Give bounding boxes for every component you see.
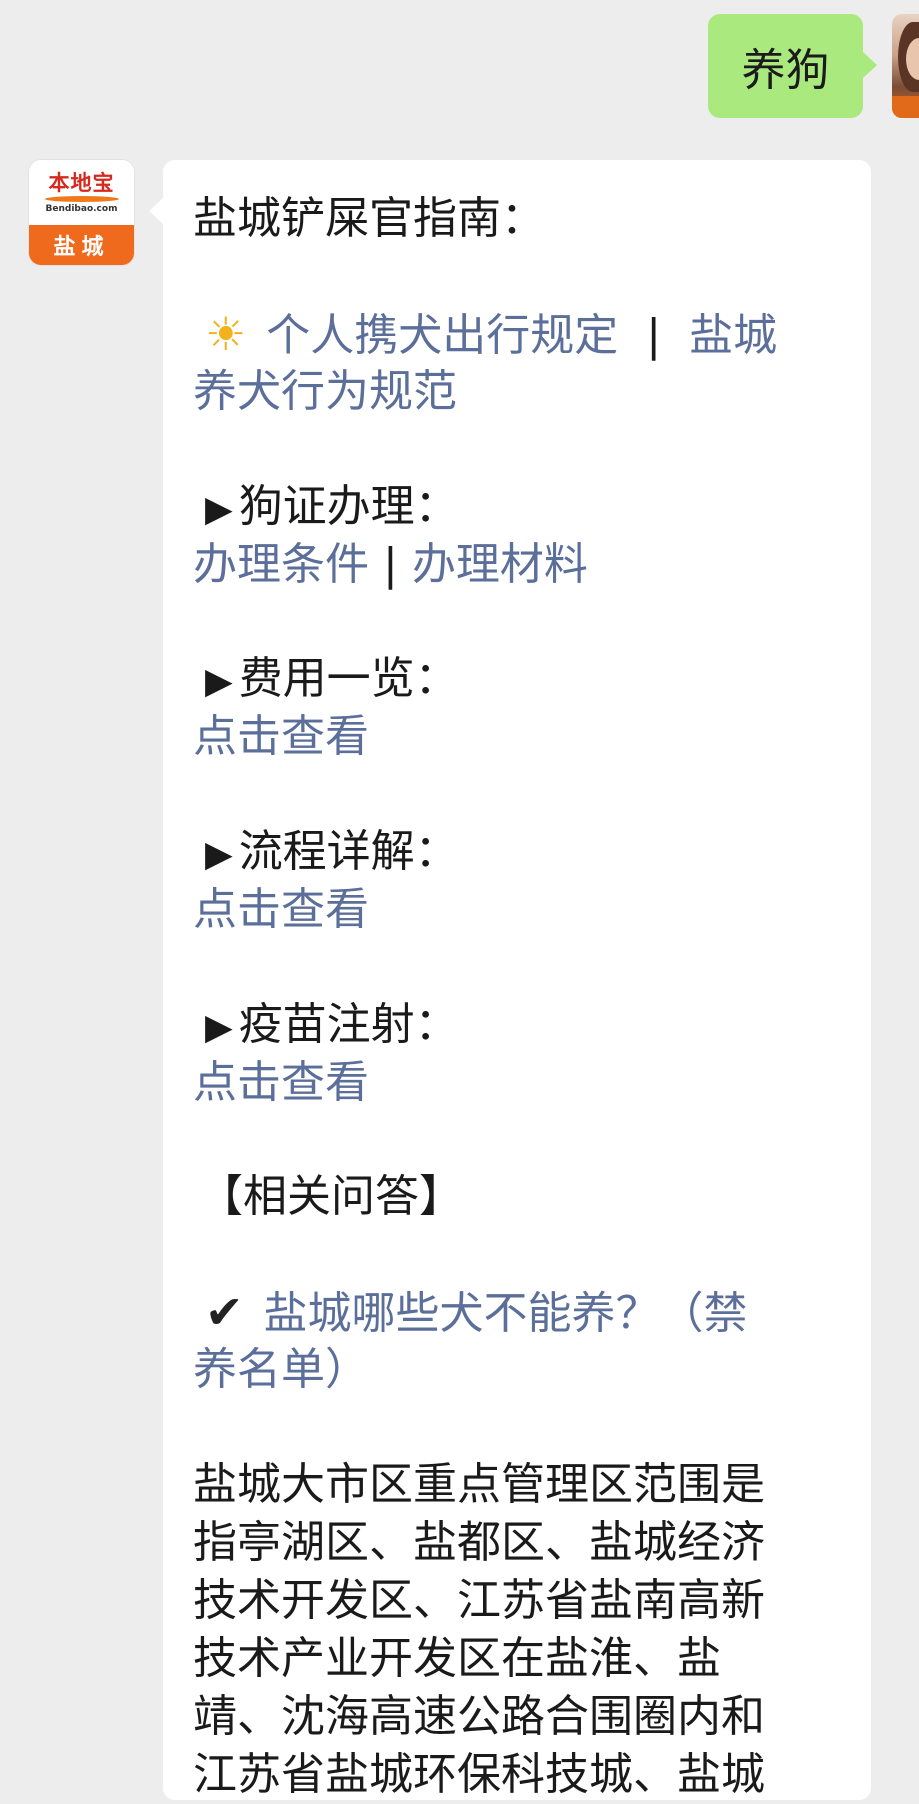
body-text-line: 盐城大市区重点管理区范围是 [193,1459,765,1510]
dog-behavior-link-part2[interactable]: 养犬行为规范 [193,363,457,421]
outgoing-message-text: 养狗 [741,45,830,96]
license-conditions-link[interactable]: 办理条件 [193,539,369,590]
carry-dog-rules-link[interactable]: 个人携犬出行规定 [266,310,618,361]
link-separator: | [646,310,662,361]
fees-view-link[interactable]: 点击查看 [193,708,369,766]
dog-behavior-link-part1[interactable]: 盐城 [689,310,777,361]
play-triangle-icon: ▶ [205,489,233,530]
body-text-line: 江苏省盐城环保科技城、盐城 [193,1749,765,1800]
fees-heading: 费用一览： [238,653,459,704]
banned-dogs-link-part1[interactable]: 盐城哪些犬不能养？（禁 [264,1288,748,1339]
user-avatar[interactable] [892,14,919,118]
body-text-line: 靖、沈海高速公路合围圈内和 [193,1691,765,1742]
logo-swoosh [44,196,119,202]
license-heading-line: ▶ 狗证办理： [193,478,459,539]
license-heading: 狗证办理： [238,481,459,532]
bot-avatar[interactable]: 本地宝 Bendibao.com 盐城 [29,160,134,265]
bot-logo-city: 盐城 [29,225,134,265]
checkmark-icon: ✔ [205,1285,244,1339]
vaccine-view-link[interactable]: 点击查看 [193,1054,369,1112]
banned-dogs-link-part2[interactable]: 养名单） [193,1341,369,1399]
rules-line: ☀ 个人携犬出行规定 | 盐城 [193,305,777,365]
body-text-line: 指亭湖区、盐都区、盐城经济 [193,1517,765,1568]
license-materials-link[interactable]: 办理材料 [412,539,588,590]
link-separator: | [383,539,398,590]
bot-logo-url: Bendibao.com [45,204,118,214]
qa-heading: 【相关问答】 [199,1171,463,1222]
message-title: 盐城铲屎官指南： [193,193,545,244]
outgoing-message-bubble[interactable]: 养狗 [708,14,877,118]
fees-heading-line: ▶ 费用一览： [193,650,459,711]
vaccine-heading: 疫苗注射： [238,999,459,1050]
bot-logo-text: 本地宝 [48,171,115,195]
process-heading: 流程详解： [238,826,459,877]
license-links-line: 办理条件 | 办理材料 [193,536,588,594]
play-triangle-icon: ▶ [205,1007,233,1048]
play-triangle-icon: ▶ [205,661,233,702]
vaccine-heading-line: ▶ 疫苗注射： [193,996,459,1057]
process-heading-line: ▶ 流程详解： [193,823,459,884]
sun-icon: ☀ [205,307,247,361]
incoming-message-bubble: 盐城铲屎官指南： ☀ 个人携犬出行规定 | 盐城 养犬行为规范 ▶ 狗证办理： 办理条件… [149,160,871,1800]
qa-link-line: ✔ 盐城哪些犬不能养？（禁 [193,1283,748,1343]
process-view-link[interactable]: 点击查看 [193,881,369,939]
body-text-line: 技术开发区、江苏省盐南高新 [193,1575,765,1626]
play-triangle-icon: ▶ [205,834,233,875]
body-text-line: 技术产业开发区在盐淮、盐 [193,1633,721,1684]
